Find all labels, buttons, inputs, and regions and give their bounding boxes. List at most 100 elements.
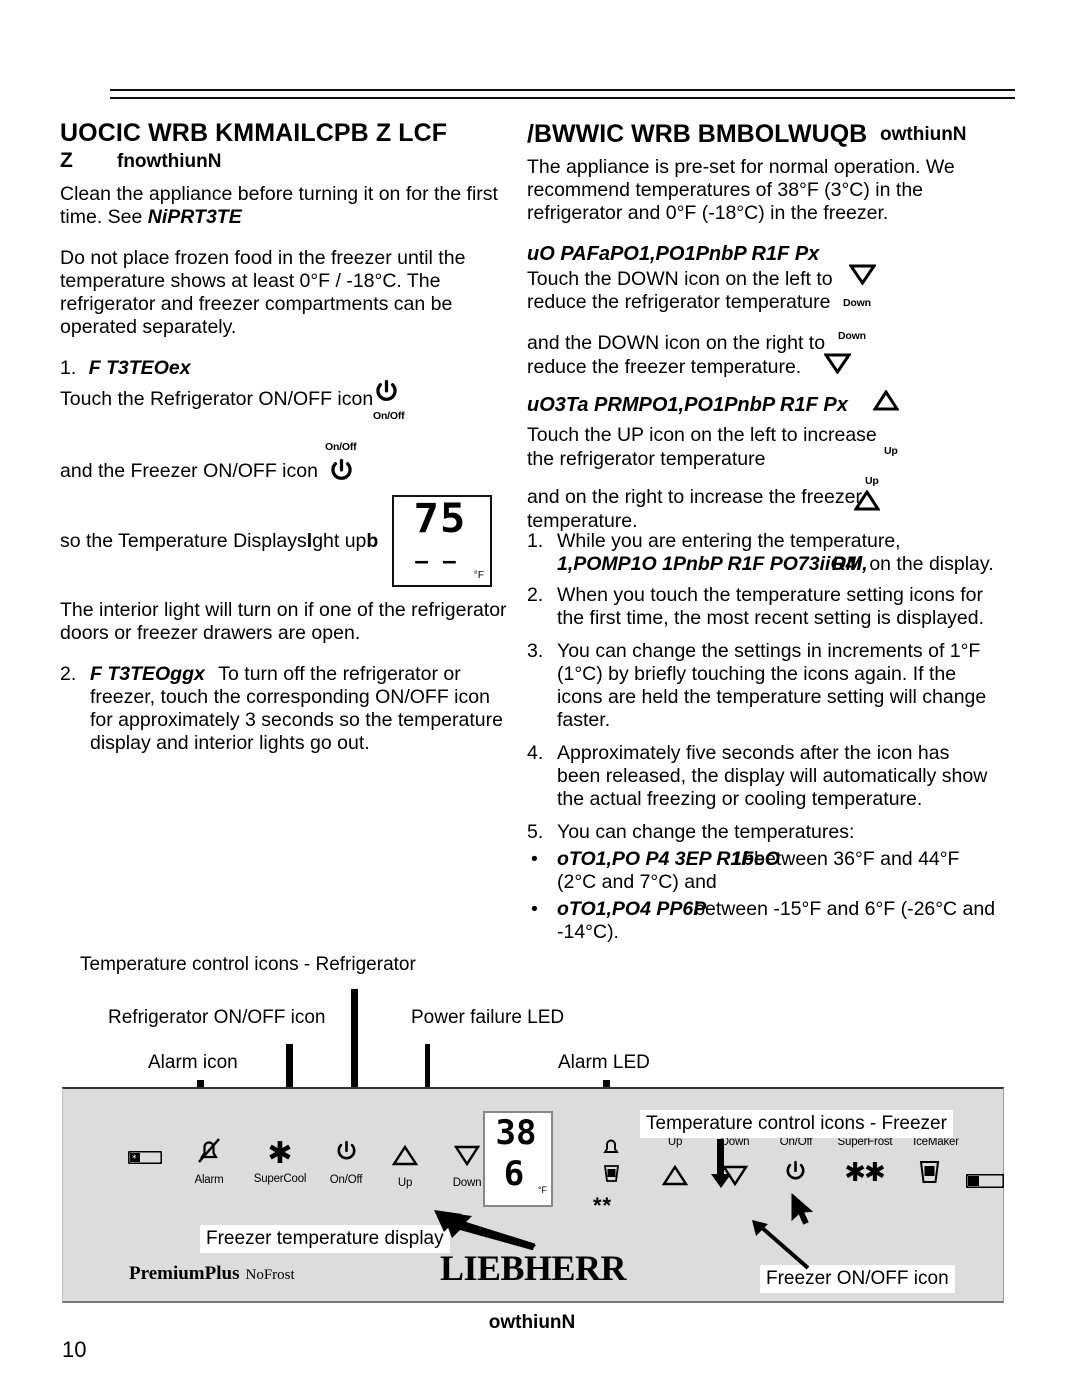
left-item-2: 2. F T3TEOggx To turn off the refrigerat… bbox=[60, 663, 515, 755]
icemaker-label: IceMaker bbox=[913, 1136, 959, 1148]
down-line-4: reduce the freezer temperature. bbox=[527, 356, 802, 378]
alarm-bell-off-icon[interactable]: Alarm bbox=[185, 1137, 233, 1187]
lcd-dashes: – – bbox=[414, 545, 460, 575]
arrow-freezer-onoff bbox=[752, 1220, 810, 1270]
brand-nofrost: NoFrost bbox=[245, 1267, 295, 1283]
left-item-1-line-3c: ght up bbox=[312, 530, 367, 552]
page-number: 10 bbox=[62, 1337, 87, 1362]
right-bullet-1-marker: • bbox=[531, 848, 538, 870]
power-icon bbox=[373, 379, 400, 406]
superfrost-glyph: ✱✱ bbox=[844, 1157, 886, 1187]
lcd-value: 75 bbox=[413, 496, 467, 542]
left-item-1-line-3d: b bbox=[366, 530, 379, 552]
fridge-power-icon[interactable]: On/Off bbox=[321, 1139, 371, 1187]
right-bullet-2-marker: • bbox=[531, 898, 538, 920]
lcd-unit: °F bbox=[473, 570, 484, 581]
power-icon bbox=[328, 458, 355, 485]
right-heading-down: uO PAFaPO1,PO1PnbP R1F Px bbox=[527, 243, 820, 265]
left-paragraph-1: Clean the appliance before turning it on… bbox=[60, 183, 515, 229]
supercool-glyph: ✱ bbox=[267, 1137, 293, 1170]
left-column: UOCIC WRB KMMAILCPB Z LCF Z fnowthiunN C… bbox=[60, 120, 515, 765]
right-item-2-number: 2. bbox=[527, 584, 544, 606]
alarm-label: Alarm bbox=[194, 1174, 224, 1186]
callout-alarm-icon: Alarm icon bbox=[148, 1052, 238, 1073]
callout-power-failure-led: Power failure LED bbox=[411, 1007, 565, 1028]
right-section-heading-main: /BWWIC WRB BMBOLWUQB bbox=[527, 120, 868, 148]
icemaker-glass-icon[interactable] bbox=[915, 1159, 943, 1189]
right-section-heading-overlay: owthiunN bbox=[880, 124, 967, 145]
fridge-power-glyph bbox=[321, 1139, 371, 1170]
up-icon-label-1: Up bbox=[884, 445, 898, 457]
up-triangle-icon bbox=[853, 489, 881, 517]
freezer-power-glyph bbox=[781, 1159, 809, 1190]
icemaker-glass-glyph bbox=[915, 1159, 943, 1189]
right-heading-up-row: uO3Ta PRMPO1,PO1PnbP R1F Px bbox=[527, 389, 997, 424]
down-instructions: Touch the DOWN icon on the left to reduc… bbox=[527, 264, 997, 394]
down-line-3: and the DOWN icon on the right to bbox=[527, 332, 826, 354]
right-bullet-1-ital-overlap: 1beO bbox=[731, 848, 780, 870]
left-section-heading: UOCIC WRB KMMAILCPB Z LCF bbox=[60, 119, 448, 147]
superfrost-label: SuperFrost bbox=[837, 1136, 893, 1148]
svg-text:*: * bbox=[132, 1154, 137, 1164]
brand-premium: PremiumPlus bbox=[129, 1263, 240, 1284]
superfrost-snowflakes-icon[interactable]: ✱✱ bbox=[839, 1159, 889, 1185]
right-bullet-1: • oTO1,PO P4 3EP R1F 1beO between 36°F and… bbox=[527, 848, 997, 894]
right-item-5-text: You can change the temperatures: bbox=[557, 821, 855, 843]
down-icon-label-1: Down bbox=[843, 297, 871, 309]
freezer-power-icon[interactable] bbox=[781, 1159, 809, 1190]
fridge-onoff-label: On/Off bbox=[329, 1174, 363, 1186]
icemaker-bar-icon[interactable] bbox=[965, 1165, 1005, 1193]
icemaker-bar-icon[interactable]: * bbox=[125, 1150, 165, 1167]
right-item-1-plain-b: on the display. bbox=[869, 553, 994, 575]
right-item-2: 2. When you touch the temperature settin… bbox=[527, 584, 997, 630]
left-item-1-number: 1. bbox=[60, 357, 77, 379]
right-item-1-number: 1. bbox=[527, 530, 544, 552]
left-paragraph-1-text: Clean the appliance before turning it on… bbox=[60, 183, 498, 228]
right-item-1: 1. While you are entering the temperatur… bbox=[527, 530, 997, 576]
down-line-1: Touch the DOWN icon on the left to bbox=[527, 268, 833, 290]
left-paragraph-2: Do not place frozen food in the freezer … bbox=[60, 247, 466, 338]
arrow-temp-control-fridge bbox=[351, 989, 358, 1098]
right-paragraph-1: The appliance is pre-set for normal oper… bbox=[527, 156, 955, 224]
down-line-2: reduce the refrigerator temperature bbox=[527, 291, 831, 313]
right-item-3-text: You can change the settings in increment… bbox=[557, 640, 987, 731]
down-icon-label-2: Down bbox=[838, 330, 866, 342]
down-triangle-icon bbox=[848, 264, 877, 291]
brand-text: PremiumPlus NoFrost bbox=[129, 1263, 295, 1285]
freezer-up-label: Up bbox=[667, 1136, 683, 1148]
panel-lcd-unit: °F bbox=[537, 1185, 547, 1195]
up-instructions: Touch the UP icon on the left to increas… bbox=[527, 424, 997, 532]
header-rule-upper bbox=[110, 89, 1015, 91]
callout-refrigerator-onoff: Refrigerator ON/OFF icon bbox=[108, 1007, 326, 1028]
down-triangle-icon bbox=[823, 353, 852, 380]
right-item-4-text: Approximately five seconds after the ico… bbox=[557, 742, 988, 810]
arrow-temp-control-freezer bbox=[717, 1139, 724, 1175]
left-item-1-line-3: so the Temperature Displayslght upb bbox=[60, 530, 378, 553]
right-bullet-1-ital: oTO1,PO P4 3EP R1F bbox=[557, 848, 754, 870]
freezer-up-label-block: Up bbox=[655, 1136, 695, 1149]
power-icon-label-1: On/Off bbox=[373, 410, 405, 422]
header-rule-lower bbox=[110, 97, 1015, 99]
up-triangle-icon bbox=[872, 389, 900, 416]
up-line-1: Touch the UP icon on the left to increas… bbox=[527, 424, 877, 446]
fridge-up-glyph bbox=[383, 1143, 427, 1171]
up-line-2: the refrigerator temperature bbox=[527, 448, 766, 470]
superfrost-label-block: SuperFrost bbox=[829, 1136, 901, 1149]
supercool-label: SuperCool bbox=[253, 1173, 307, 1185]
right-heading-up: uO3Ta PRMPO1,PO1PnbP R1F Px bbox=[527, 394, 848, 416]
manual-page: UOCIC WRB KMMAILCPB Z LCF Z fnowthiunN C… bbox=[0, 0, 1080, 1397]
fridge-up-label: Up bbox=[397, 1177, 413, 1189]
right-item-1-ital-a: 1,POMP1O 1PnbP R1F PO73iiO4i bbox=[557, 553, 862, 575]
left-subheading-mark: Z bbox=[60, 149, 73, 172]
right-item-2-text: When you touch the temperature setting i… bbox=[557, 584, 985, 629]
freezer-up-triangle-icon[interactable] bbox=[661, 1163, 689, 1191]
fridge-up-triangle-icon[interactable]: Up bbox=[383, 1143, 427, 1190]
right-bullet-2: • oTO1,PO4 PP6Pbetween -15°F and 6°F (-2… bbox=[527, 898, 997, 944]
supercool-snowflake-icon[interactable]: ✱ SuperCool bbox=[247, 1139, 313, 1186]
freezer-onoff-label-block: On/Off bbox=[771, 1136, 821, 1149]
alarm-bell-off-glyph bbox=[185, 1137, 233, 1170]
callout-freezer-temp-display: Freezer temperature display bbox=[200, 1225, 450, 1253]
icemaker-glass-small-icon bbox=[602, 1163, 621, 1188]
diagram-caption: owthiunN bbox=[488, 1312, 576, 1333]
right-bullet-2-ital: oTO1,PO4 PP6P bbox=[557, 898, 707, 920]
